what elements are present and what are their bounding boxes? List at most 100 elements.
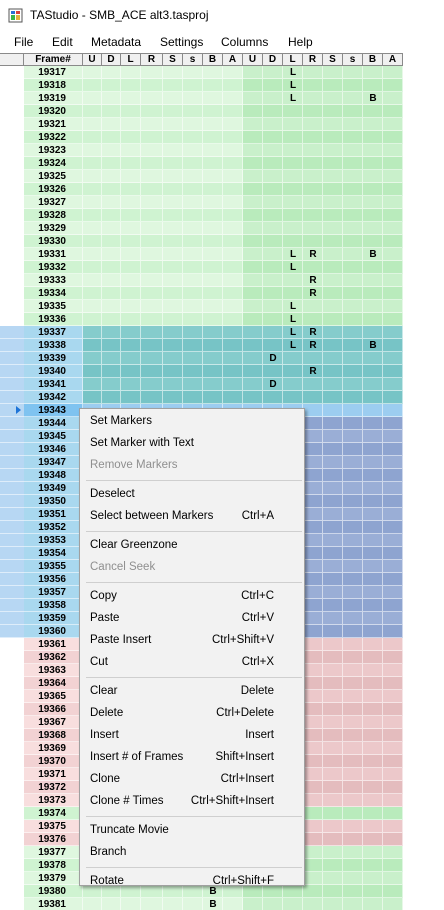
input-cell[interactable] xyxy=(283,144,303,157)
row-selector[interactable] xyxy=(0,898,24,910)
table-row[interactable]: 19336 L xyxy=(0,313,444,326)
input-cell[interactable] xyxy=(183,339,203,352)
input-cell[interactable] xyxy=(383,885,403,898)
input-cell[interactable] xyxy=(363,495,383,508)
input-cell[interactable] xyxy=(121,131,141,144)
input-cell[interactable] xyxy=(243,352,263,365)
input-cell[interactable] xyxy=(323,521,343,534)
input-cell[interactable] xyxy=(383,352,403,365)
input-cell[interactable] xyxy=(343,521,363,534)
input-cell[interactable] xyxy=(383,209,403,222)
input-cell[interactable] xyxy=(121,196,141,209)
input-cell[interactable] xyxy=(303,404,323,417)
input-cell[interactable] xyxy=(83,222,102,235)
input-cell[interactable] xyxy=(323,755,343,768)
input-cell[interactable] xyxy=(303,872,323,885)
input-cell[interactable] xyxy=(163,222,183,235)
input-cell[interactable] xyxy=(363,794,383,807)
column-header-p1-R[interactable]: R xyxy=(141,53,163,66)
input-cell[interactable] xyxy=(263,261,283,274)
row-selector[interactable] xyxy=(0,729,24,742)
input-cell[interactable] xyxy=(343,313,363,326)
input-cell[interactable] xyxy=(183,352,203,365)
input-cell[interactable] xyxy=(243,183,263,196)
input-cell[interactable] xyxy=(303,482,323,495)
input-cell[interactable] xyxy=(163,92,183,105)
menu-metadata[interactable]: Metadata xyxy=(91,35,141,49)
input-cell[interactable] xyxy=(223,79,243,92)
input-cell[interactable] xyxy=(243,235,263,248)
row-selector[interactable] xyxy=(0,391,24,404)
table-row[interactable]: 19323 xyxy=(0,144,444,157)
input-cell[interactable] xyxy=(223,339,243,352)
input-cell[interactable] xyxy=(383,443,403,456)
input-cell[interactable] xyxy=(243,170,263,183)
input-cell[interactable] xyxy=(121,261,141,274)
input-cell[interactable] xyxy=(303,157,323,170)
input-cell[interactable] xyxy=(343,638,363,651)
input-cell[interactable] xyxy=(283,105,303,118)
row-selector[interactable] xyxy=(0,768,24,781)
row-selector[interactable] xyxy=(0,638,24,651)
input-cell[interactable] xyxy=(323,807,343,820)
input-cell[interactable] xyxy=(323,495,343,508)
input-cell[interactable] xyxy=(203,92,223,105)
input-cell[interactable] xyxy=(343,430,363,443)
input-cell[interactable] xyxy=(163,287,183,300)
input-cell[interactable] xyxy=(303,885,323,898)
column-header-p1-U[interactable]: U xyxy=(83,53,102,66)
input-cell[interactable] xyxy=(323,326,343,339)
input-cell[interactable] xyxy=(343,105,363,118)
input-cell[interactable] xyxy=(363,833,383,846)
input-cell[interactable] xyxy=(102,898,121,910)
table-row[interactable]: 19342 xyxy=(0,391,444,404)
input-cell[interactable] xyxy=(323,677,343,690)
input-cell[interactable] xyxy=(263,235,283,248)
input-cell[interactable] xyxy=(83,66,102,79)
input-cell[interactable] xyxy=(121,898,141,910)
input-cell[interactable] xyxy=(203,235,223,248)
input-cell[interactable] xyxy=(343,781,363,794)
input-cell[interactable] xyxy=(343,742,363,755)
input-cell[interactable] xyxy=(383,820,403,833)
input-cell[interactable] xyxy=(343,586,363,599)
input-cell[interactable] xyxy=(163,365,183,378)
input-cell[interactable] xyxy=(343,716,363,729)
input-cell[interactable] xyxy=(323,118,343,131)
column-header-p2-s[interactable]: s xyxy=(343,53,363,66)
row-selector[interactable] xyxy=(0,495,24,508)
input-cell[interactable] xyxy=(303,391,323,404)
row-selector[interactable] xyxy=(0,365,24,378)
input-cell[interactable] xyxy=(343,287,363,300)
input-cell[interactable] xyxy=(102,66,121,79)
input-cell[interactable] xyxy=(141,365,163,378)
input-cell[interactable] xyxy=(363,469,383,482)
input-cell[interactable] xyxy=(303,469,323,482)
input-cell[interactable] xyxy=(121,300,141,313)
column-header-p1-s[interactable]: s xyxy=(183,53,203,66)
input-cell[interactable] xyxy=(223,235,243,248)
input-cell[interactable] xyxy=(303,430,323,443)
row-selector[interactable] xyxy=(0,521,24,534)
input-cell[interactable] xyxy=(283,196,303,209)
input-cell[interactable] xyxy=(303,677,323,690)
input-cell[interactable] xyxy=(121,313,141,326)
input-cell[interactable] xyxy=(223,170,243,183)
input-cell[interactable] xyxy=(121,79,141,92)
input-cell[interactable] xyxy=(163,313,183,326)
input-cell[interactable] xyxy=(383,781,403,794)
input-cell[interactable] xyxy=(243,118,263,131)
input-cell[interactable] xyxy=(183,313,203,326)
input-cell[interactable] xyxy=(283,170,303,183)
input-cell[interactable] xyxy=(323,274,343,287)
input-cell[interactable] xyxy=(303,417,323,430)
input-cell[interactable] xyxy=(223,391,243,404)
input-cell[interactable] xyxy=(343,391,363,404)
input-cell[interactable] xyxy=(203,170,223,183)
input-cell[interactable] xyxy=(102,313,121,326)
input-cell[interactable] xyxy=(163,378,183,391)
input-cell[interactable] xyxy=(383,547,403,560)
row-selector[interactable] xyxy=(0,300,24,313)
input-cell[interactable] xyxy=(383,508,403,521)
input-cell[interactable] xyxy=(303,560,323,573)
